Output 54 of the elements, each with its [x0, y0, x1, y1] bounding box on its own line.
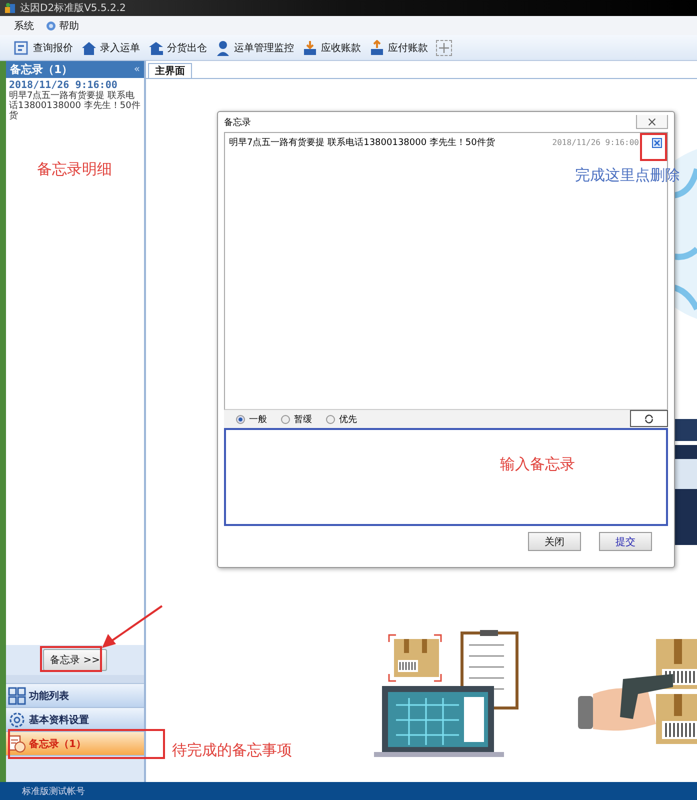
- plus-icon: [439, 42, 449, 52]
- radio-label: 一般: [249, 414, 267, 426]
- menu-item[interactable]: 系统: [14, 18, 34, 32]
- priority-radio[interactable]: 优先: [326, 412, 357, 426]
- app-logo-icon: [4, 2, 16, 14]
- memo-time: 2018/11/26 9:16:00: [9, 80, 118, 91]
- dialog-button[interactable]: 关闭: [528, 532, 581, 551]
- status-text: 标准版测试帐号: [22, 786, 85, 798]
- tab[interactable]: 主界面: [148, 63, 192, 78]
- toolbar-button[interactable]: 查询报价: [14, 40, 73, 56]
- memo-text: 明早7点五一路有货要提 联系电话13800138000 李先生！50件货: [9, 91, 141, 121]
- dialog-title: 备忘录: [224, 116, 251, 128]
- refresh-icon: [644, 414, 654, 424]
- close-icon: [648, 118, 656, 126]
- radio-label: 优先: [339, 414, 357, 426]
- toolbar-button[interactable]: 分货出仓: [148, 40, 207, 56]
- annotation-text: 输入备忘录: [500, 455, 575, 474]
- toolbar-button[interactable]: 应付账款: [369, 40, 428, 56]
- memo-input-field[interactable]: [224, 428, 668, 526]
- person-icon: [215, 40, 231, 56]
- form-icon: [14, 40, 30, 56]
- nav-item[interactable]: 功能列表: [6, 684, 144, 708]
- window-title: 达因D2标准版V5.5.2.2: [20, 2, 126, 15]
- gear-icon: [8, 710, 26, 728]
- nav-item[interactable]: 基本资料设置: [6, 708, 144, 732]
- add-button[interactable]: [436, 40, 452, 56]
- highlight-frame: [640, 133, 667, 161]
- panel-title: 备忘录（1）: [10, 62, 73, 77]
- toolbar-button[interactable]: 应收账款: [302, 40, 361, 56]
- delete-checkbox-icon[interactable]: [651, 136, 663, 148]
- refresh-button[interactable]: [630, 410, 668, 427]
- help-icon: [46, 20, 56, 30]
- menu-item[interactable]: 帮助: [46, 18, 79, 32]
- splitter-handle[interactable]: [6, 675, 144, 684]
- priority-radio[interactable]: 一般: [236, 412, 267, 426]
- pointer-arrow: [100, 604, 164, 650]
- close-button[interactable]: [636, 115, 668, 129]
- house-icon: [81, 40, 97, 56]
- warehouse-icon: [148, 40, 164, 56]
- grid-icon: [8, 686, 26, 704]
- annotation-text: 备忘录明细: [37, 160, 112, 179]
- upload-tray-icon: [369, 40, 385, 56]
- priority-radio[interactable]: 暂缓: [281, 412, 312, 426]
- highlight-frame: [40, 646, 102, 672]
- radio-label: 暂缓: [294, 414, 312, 426]
- dialog-button[interactable]: 提交: [599, 532, 652, 551]
- download-tray-icon: [302, 40, 318, 56]
- memo-text: 明早7点五一路有货要提 联系电话13800138000 李先生！50件货: [229, 136, 496, 149]
- toolbar-button[interactable]: 录入运单: [81, 40, 140, 56]
- memo-time: 2018/11/26 9:16:00: [552, 138, 639, 147]
- annotation-text: 待完成的备忘事项: [172, 741, 292, 760]
- note-clock-icon: [8, 734, 26, 752]
- toolbar-button[interactable]: 运单管理监控: [215, 40, 294, 56]
- memo-toggle-button[interactable]: 备忘录 >>: [43, 649, 107, 671]
